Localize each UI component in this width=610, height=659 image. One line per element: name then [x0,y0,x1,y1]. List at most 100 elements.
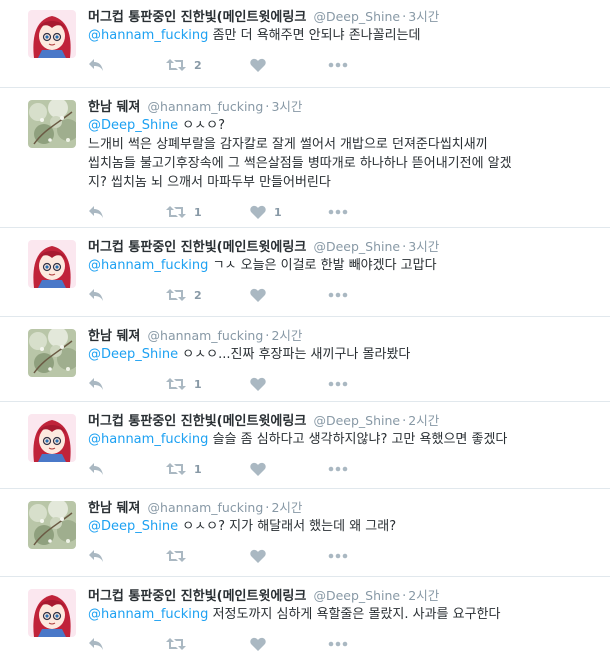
like-button[interactable] [250,634,266,654]
display-name[interactable]: 머그컵 통판중인 진한빛(메인트윗에링크 [88,240,306,255]
retweet-button[interactable]: 1 [166,374,202,394]
more-button[interactable] [328,55,348,75]
tweet[interactable]: 머그컵 통판중인 진한빛(메인트윗에링크 @Deep_Shine · 2시간 @han… [0,576,610,659]
retweet-button[interactable]: 2 [166,285,202,305]
avatar[interactable] [28,240,76,288]
reply-button[interactable] [88,285,104,305]
reply-button[interactable] [88,634,104,654]
reply-icon [88,58,104,72]
heart-icon [250,288,266,302]
timestamp[interactable]: 3시간 [408,9,439,24]
tweet[interactable]: 한남 뒈져 @hannam_fucking · 3시간 @Deep_Shine ㅇㅅㅇ… [0,87,610,227]
tweet-header: 머그컵 통판중인 진한빛(메인트윗에링크 @Deep_Shine · 3시간 [88,239,439,256]
retweet-icon [166,549,186,563]
retweet-button[interactable]: 1 [166,202,202,222]
tweet-actions: 11 [88,202,388,222]
tweet-line: @Deep_Shine ㅇㅅㅇ? 지가 해달래서 했는데 왜 그래? [88,519,397,534]
reply-button[interactable] [88,459,104,479]
separator-dot: · [402,589,407,604]
mention-link[interactable]: @hannam_fucking [88,258,208,273]
timestamp[interactable]: 3시간 [408,239,439,254]
user-handle[interactable]: @Deep_Shine [313,588,400,603]
display-name[interactable]: 머그컵 통판중인 진한빛(메인트윗에링크 [88,589,306,604]
tweet-header: 한남 뒈져 @hannam_fucking · 2시간 [88,500,302,517]
reply-button[interactable] [88,202,104,222]
user-handle[interactable]: @Deep_Shine [313,9,400,24]
avatar[interactable] [28,589,76,637]
timestamp[interactable]: 2시간 [271,500,302,515]
tweet-actions: 2 [88,55,388,75]
avatar[interactable] [28,10,76,58]
reply-icon [88,288,104,302]
timestamp[interactable]: 2시간 [408,588,439,603]
tweet[interactable]: 머그컵 통판중인 진한빛(메인트윗에링크 @Deep_Shine · 2시간 @han… [0,401,610,488]
tweet-text: @Deep_Shine ㅇㅅㅇ? 지가 해달래서 했는데 왜 그래? [88,517,593,536]
user-handle[interactable]: @hannam_fucking [148,328,264,343]
more-button[interactable] [328,459,348,479]
more-button[interactable] [328,285,348,305]
more-icon [328,381,348,387]
more-button[interactable] [328,546,348,566]
retweet-icon [166,58,186,72]
reply-button[interactable] [88,374,104,394]
reply-button[interactable] [88,546,104,566]
avatar[interactable] [28,501,76,549]
tweet-header: 한남 뒈져 @hannam_fucking · 3시간 [88,99,302,116]
mention-link[interactable]: @hannam_fucking [88,28,208,43]
retweet-button[interactable] [166,634,186,654]
tweet[interactable]: 머그컵 통판중인 진한빛(메인트윗에링크 @Deep_Shine · 3시간 @han… [0,227,610,316]
user-handle[interactable]: @Deep_Shine [313,413,400,428]
tweet-text: @Deep_Shine ㅇㅅㅇ? 느개비 썩은 상폐부랄을 감자칼로 잘게 썰어서… [88,116,593,192]
separator-dot: · [265,501,270,516]
mention-link[interactable]: @Deep_Shine [88,519,178,534]
retweet-button[interactable]: 1 [166,459,202,479]
heart-icon [250,58,266,72]
like-button[interactable] [250,55,266,75]
tweet-line: @hannam_fucking ㄱㅅ 오늘은 이걸로 한발 빼야겠다 고맙다 [88,258,437,273]
display-name[interactable]: 한남 뒈져 [88,329,140,344]
display-name[interactable]: 머그컵 통판중인 진한빛(메인트윗에링크 [88,10,306,25]
reply-icon [88,462,104,476]
avatar[interactable] [28,414,76,462]
tweet-line: @hannam_fucking 저정도까지 심하게 욕할줄은 몰랐지. 사과를 … [88,607,501,622]
retweet-button[interactable] [166,546,186,566]
tweet-actions [88,546,388,566]
retweet-count: 2 [194,58,202,72]
like-button[interactable] [250,459,266,479]
timestamp[interactable]: 2시간 [408,413,439,428]
tweet-text: @hannam_fucking 좀만 더 욕해주면 안되냐 존나꼴리는데 [88,26,593,45]
more-button[interactable] [328,634,348,654]
like-button[interactable] [250,374,266,394]
timestamp[interactable]: 2시간 [271,328,302,343]
mention-link[interactable]: @Deep_Shine [88,347,178,362]
user-handle[interactable]: @Deep_Shine [313,239,400,254]
more-button[interactable] [328,374,348,394]
like-button[interactable]: 1 [250,202,282,222]
mention-link[interactable]: @Deep_Shine [88,118,178,133]
avatar[interactable] [28,100,76,148]
tweet[interactable]: 한남 뒈져 @hannam_fucking · 2시간 @Deep_Shine ㅇㅅㅇ… [0,316,610,401]
timestamp[interactable]: 3시간 [271,99,302,114]
retweet-icon [166,637,186,651]
heart-icon [250,462,266,476]
display-name[interactable]: 한남 뒈져 [88,501,140,516]
display-name[interactable]: 머그컵 통판중인 진한빛(메인트윗에링크 [88,414,306,429]
display-name[interactable]: 한남 뒈져 [88,100,140,115]
retweet-button[interactable]: 2 [166,55,202,75]
retweet-icon [166,205,186,219]
tweet-line: 지? 씹치놈 뇌 으깨서 마파두부 만들어버린다 [88,175,331,190]
tweet[interactable]: 한남 뒈져 @hannam_fucking · 2시간 @Deep_Shine ㅇㅅㅇ… [0,488,610,576]
more-button[interactable] [328,202,348,222]
tweet-text: @hannam_fucking 저정도까지 심하게 욕할줄은 몰랐지. 사과를 … [88,605,593,624]
mention-link[interactable]: @hannam_fucking [88,432,208,447]
reply-button[interactable] [88,55,104,75]
tweet[interactable]: 머그컵 통판중인 진한빛(메인트윗에링크 @Deep_Shine · 3시간 @han… [0,0,610,87]
like-button[interactable] [250,285,266,305]
user-handle[interactable]: @hannam_fucking [148,500,264,515]
mention-link[interactable]: @hannam_fucking [88,607,208,622]
like-button[interactable] [250,546,266,566]
user-handle[interactable]: @hannam_fucking [148,99,264,114]
avatar[interactable] [28,329,76,377]
separator-dot: · [402,414,407,429]
more-icon [328,553,348,559]
